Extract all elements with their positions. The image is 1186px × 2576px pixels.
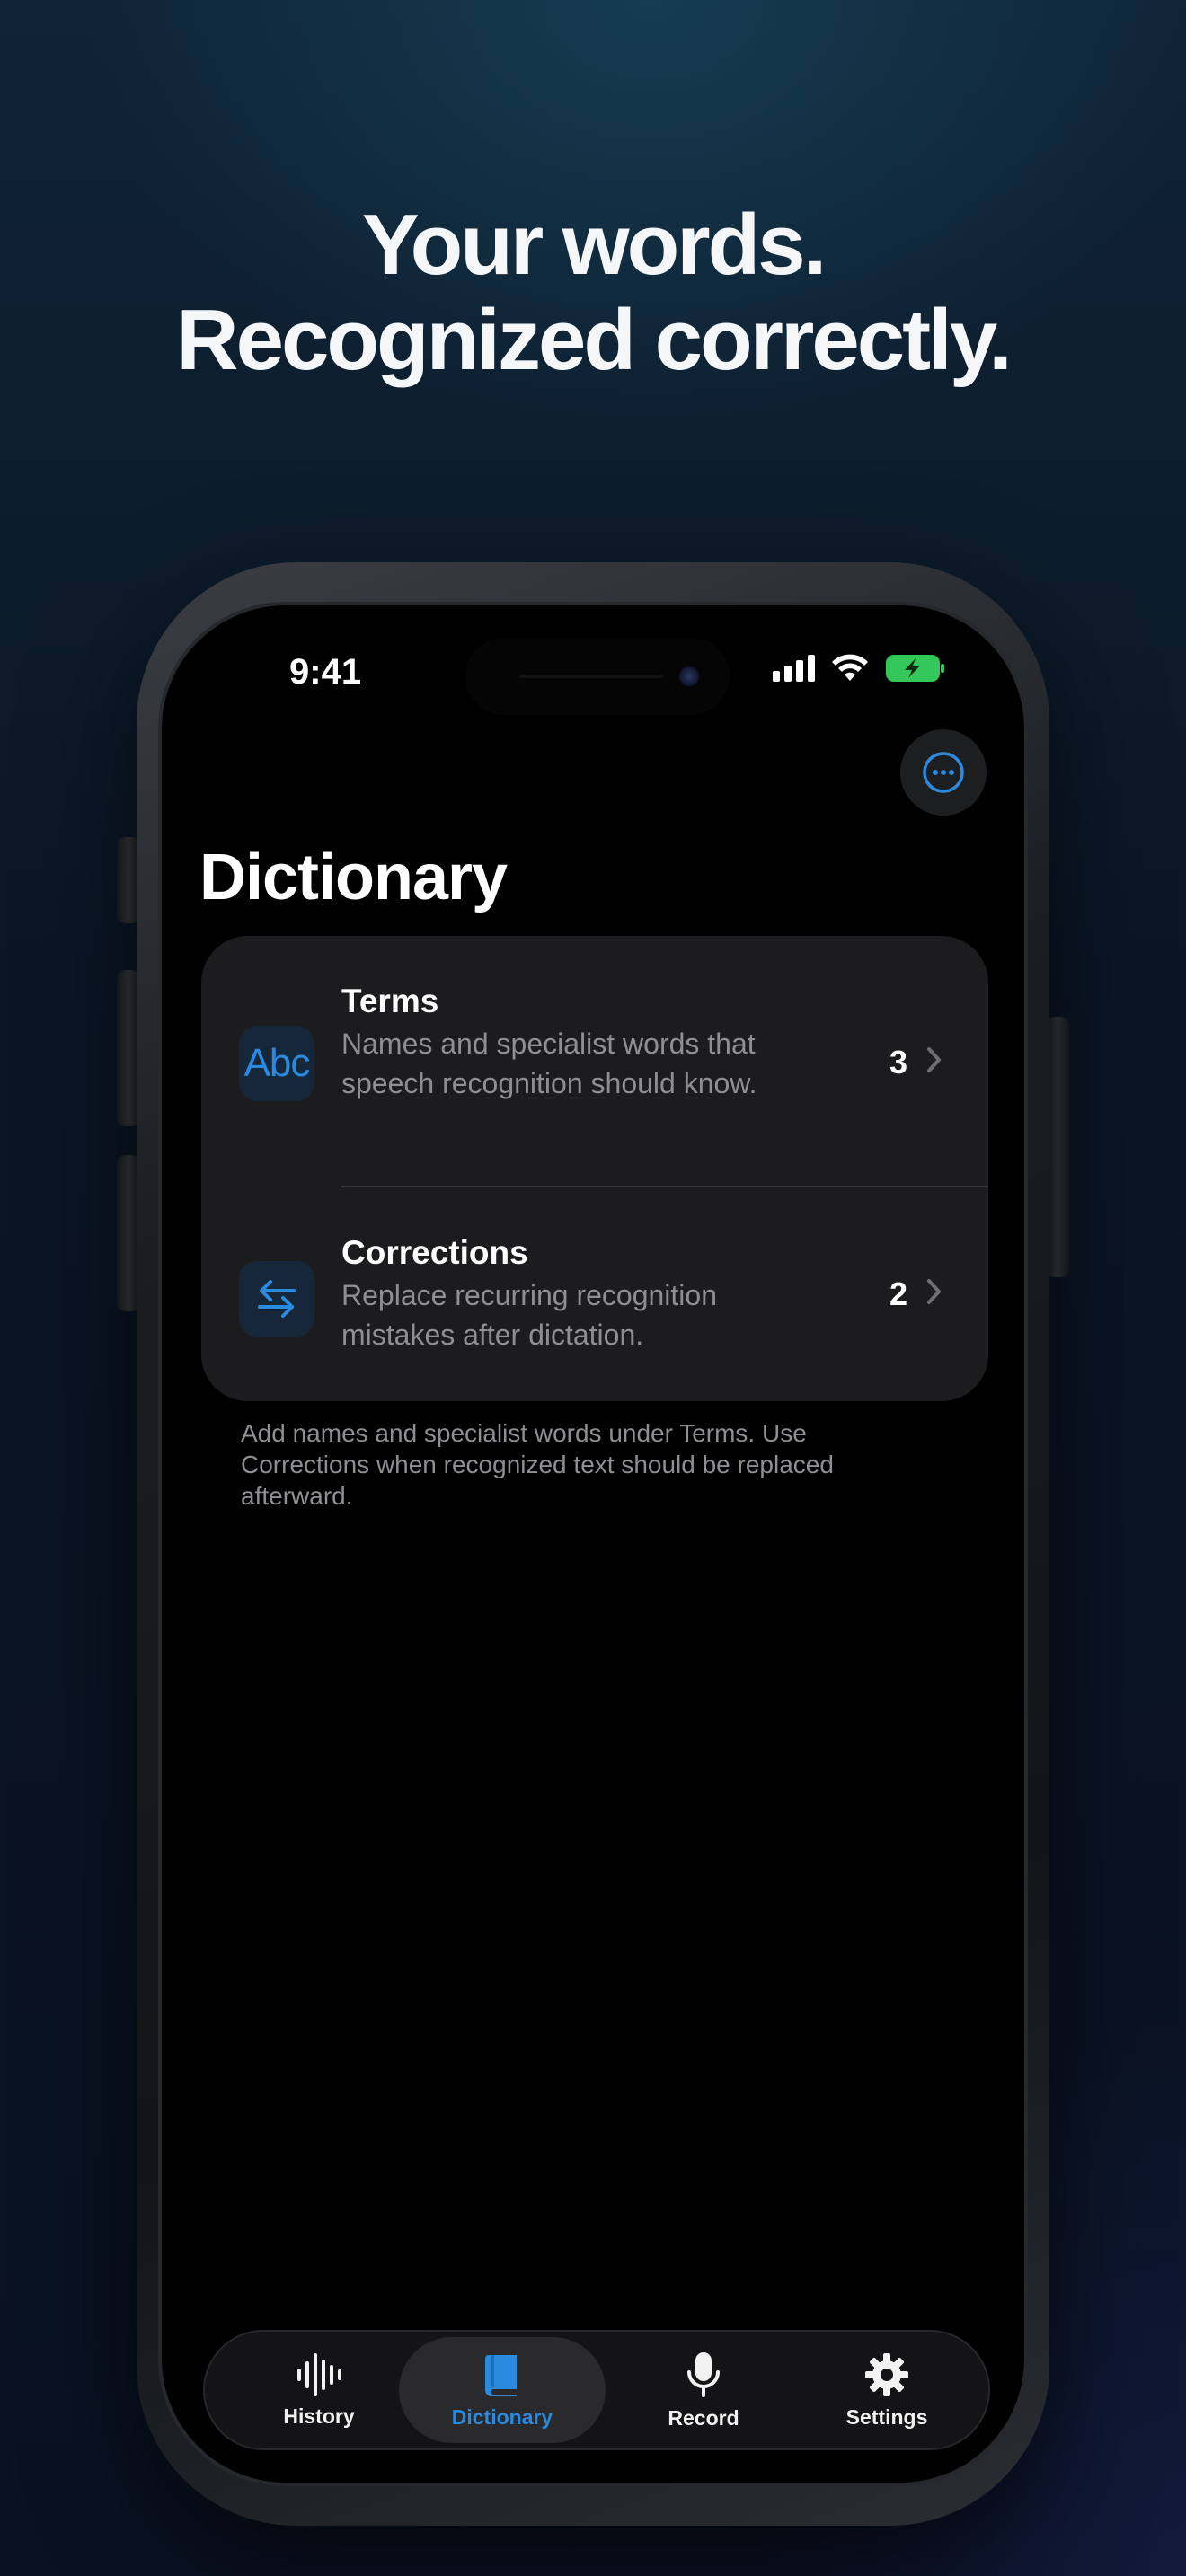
marketing-headline: Your words. Recognized correctly. (0, 198, 1186, 388)
status-time: 9:41 (289, 652, 362, 692)
tab-label-settings: Settings (845, 2404, 928, 2429)
corrections-description: Replace recurring recognition mistakes a… (341, 1279, 717, 1351)
island-sensor (519, 675, 663, 678)
corrections-title: Corrections (341, 1234, 528, 1271)
book-icon (485, 2354, 517, 2396)
chevron-right-icon (927, 1047, 941, 1072)
waveform-icon (297, 2352, 341, 2396)
swap-arrows-icon (239, 1261, 314, 1337)
front-camera (679, 666, 699, 686)
dynamic-island (465, 638, 730, 715)
more-options-button[interactable] (900, 729, 987, 816)
terms-description: Names and specialist words that speech r… (341, 1028, 757, 1099)
section-footnote: Add names and specialist words under Ter… (241, 1419, 834, 1510)
headline-line-2: Recognized correctly. (176, 292, 1013, 388)
ellipsis-circle-icon (923, 752, 964, 793)
page-title: Dictionary (199, 842, 508, 913)
abc-text-icon: Abc (239, 1026, 314, 1101)
corrections-count: 2 (889, 1275, 907, 1312)
gear-icon (865, 2352, 908, 2396)
tab-history[interactable]: History (223, 2337, 415, 2443)
microphone-icon (687, 2351, 720, 2397)
status-icons (773, 654, 946, 683)
phone-screen: 9:41 Dictionary Abc Terms Names and spec… (158, 602, 1028, 2486)
list-item-terms[interactable]: Abc Terms Names and specialist words tha… (201, 936, 988, 1186)
abc-icon-label: Abc (243, 1041, 311, 1085)
terms-title: Terms (341, 983, 439, 1019)
tab-label-history: History (283, 2404, 355, 2428)
terms-count: 3 (889, 1044, 907, 1081)
list-item-corrections[interactable]: Corrections Replace recurring recognitio… (201, 1187, 988, 1401)
tab-label-dictionary: Dictionary (451, 2404, 553, 2429)
tab-dictionary[interactable]: Dictionary (399, 2337, 606, 2443)
tab-label-record: Record (668, 2405, 739, 2430)
chevron-right-icon (927, 1279, 941, 1304)
headline-line-1: Your words. (361, 197, 828, 293)
swap-arrows-glyph (258, 1280, 296, 1318)
tab-bar: History Dictionary Record Settings (203, 2330, 990, 2450)
battery-charging-icon (886, 655, 944, 682)
tab-record[interactable]: Record (609, 2337, 798, 2443)
tab-settings[interactable]: Settings (792, 2337, 981, 2443)
dictionary-list: Abc Terms Names and specialist words tha… (201, 936, 988, 1401)
wifi-icon (832, 654, 868, 681)
cellular-signal-icon (773, 655, 815, 682)
